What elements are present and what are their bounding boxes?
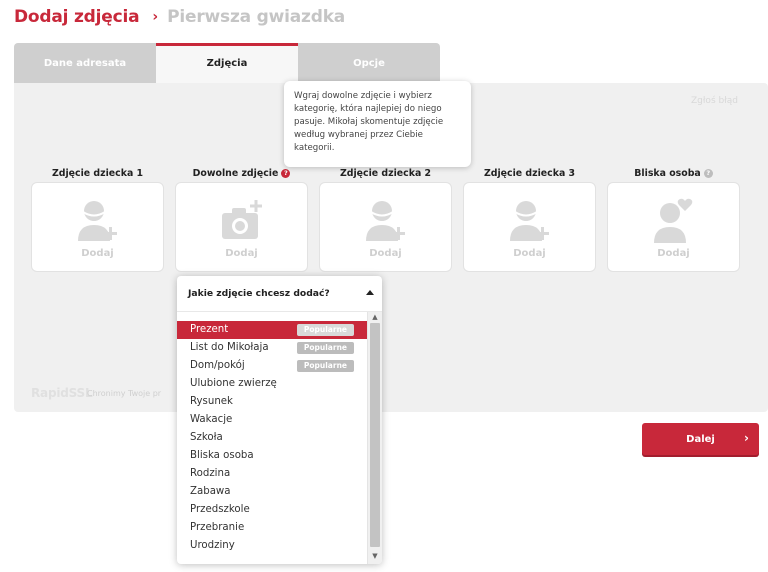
scroll-down-icon[interactable]: ▼: [368, 551, 382, 562]
slot-label-close-person: Bliska osoba?: [607, 168, 740, 179]
dropdown-option[interactable]: List do Mikołaja Popularne: [177, 339, 367, 357]
category-tooltip: Wgraj dowolne zdjęcie i wybierz kategori…: [284, 81, 471, 167]
dropdown-option-label: Wakacje: [190, 414, 233, 425]
page-title: Dodaj zdjęcia: [14, 7, 140, 27]
dropdown-options: Prezent Popularne List do Mikołaja Popularn…: [177, 321, 367, 555]
dropdown-option[interactable]: Wakacje: [177, 411, 367, 429]
dropdown-header[interactable]: Jakie zdjęcie chcesz dodać?: [177, 276, 382, 312]
next-button-label: Dalej: [686, 433, 715, 445]
step-tabs: Dane adresata Zdjęcia Opcje: [14, 43, 440, 83]
popular-badge: Popularne: [296, 342, 354, 354]
dropdown-option[interactable]: Urodziny: [177, 537, 367, 555]
slot-label-child-2: Zdjęcie dziecka 2: [339, 168, 432, 179]
dropdown-option-label: Rodzina: [190, 468, 231, 479]
scroll-up-icon[interactable]: ▲: [368, 312, 382, 323]
dropdown-option[interactable]: Przedszkole: [177, 501, 367, 519]
dropdown-option[interactable]: Bliska osoba: [177, 447, 367, 465]
add-label: Dodaj: [81, 248, 114, 259]
dropdown-option-label: Przebranie: [190, 522, 245, 533]
scrollbar-thumb[interactable]: [370, 323, 380, 547]
add-label: Dodaj: [513, 248, 546, 259]
add-label: Dodaj: [225, 248, 258, 259]
report-error-link[interactable]: Zgłoś błąd: [691, 96, 738, 106]
dropdown-scrollbar[interactable]: ▲ ▼: [367, 312, 382, 564]
popular-badge: Popularne: [296, 360, 354, 372]
popular-badge: Popularne: [296, 324, 354, 336]
photo-slot-any[interactable]: Dodaj: [175, 182, 308, 272]
ssl-note: Chronimy Twoje pr: [87, 389, 162, 398]
breadcrumb-chevron-icon: ›: [152, 9, 159, 25]
dropdown-title: Jakie zdjęcie chcesz dodać?: [188, 288, 330, 299]
tab-options[interactable]: Opcje: [298, 43, 440, 83]
slot-label-child-1: Zdjęcie dziecka 1: [51, 168, 144, 179]
photo-slot-child-3[interactable]: Dodaj: [463, 182, 596, 272]
dropdown-option[interactable]: Dom/pokój Popularne: [177, 357, 367, 375]
child-add-icon: [366, 201, 405, 241]
dropdown-option-label: Prezent: [190, 324, 229, 335]
dropdown-option[interactable]: Zabawa: [177, 483, 367, 501]
heart-person-icon: [654, 198, 693, 243]
child-add-icon: [510, 201, 549, 241]
dropdown-option[interactable]: Rysunek: [177, 393, 367, 411]
dropdown-option[interactable]: Przebranie: [177, 519, 367, 537]
dropdown-option-label: Dom/pokój: [190, 360, 245, 371]
rapidssl-logo: RapidSSL: [31, 386, 93, 400]
chevron-right-icon: ›: [744, 431, 749, 445]
dropdown-option[interactable]: Rodzina: [177, 465, 367, 483]
dropdown-option[interactable]: Prezent Popularne: [177, 321, 367, 339]
photo-slot-child-1[interactable]: Dodaj: [31, 182, 164, 272]
caret-up-icon[interactable]: [366, 290, 374, 295]
page-subtitle: Pierwsza gwiazdka: [167, 7, 346, 27]
dropdown-option-label: Zabawa: [190, 486, 231, 497]
tab-recipient-data[interactable]: Dane adresata: [14, 43, 156, 83]
help-icon[interactable]: ?: [703, 169, 713, 178]
add-label: Dodaj: [369, 248, 402, 259]
slot-label-child-3: Zdjęcie dziecka 3: [483, 168, 576, 179]
photo-category-dropdown[interactable]: Jakie zdjęcie chcesz dodać? Prezent Popul…: [177, 276, 382, 564]
page-header: Dodaj zdjęcia › Pierwsza gwiazdka: [14, 5, 345, 29]
dropdown-option-label: Szkoła: [190, 432, 223, 443]
slot-label-any-photo: Dowolne zdjęcie?: [175, 168, 308, 179]
photo-slot-close-person[interactable]: Dodaj: [607, 182, 740, 272]
next-button[interactable]: Dalej ›: [642, 423, 759, 455]
photo-slot-child-2[interactable]: Dodaj: [319, 182, 452, 272]
dropdown-option-label: Urodziny: [190, 540, 235, 551]
help-icon[interactable]: ?: [281, 169, 291, 178]
dropdown-option-label: Ulubione zwierzę: [190, 378, 277, 389]
tab-photos[interactable]: Zdjęcia: [156, 43, 298, 83]
dropdown-option-label: Przedszkole: [190, 504, 250, 515]
dropdown-option-label: List do Mikołaja: [190, 342, 269, 353]
camera-add-icon: [222, 199, 263, 239]
dropdown-search[interactable]: [177, 312, 367, 321]
dropdown-option-label: Bliska osoba: [190, 450, 254, 461]
dropdown-option[interactable]: Ulubione zwierzę: [177, 375, 367, 393]
add-label: Dodaj: [657, 248, 690, 259]
child-add-icon: [78, 201, 117, 241]
dropdown-option-label: Rysunek: [190, 396, 233, 407]
dropdown-option[interactable]: Szkoła: [177, 429, 367, 447]
